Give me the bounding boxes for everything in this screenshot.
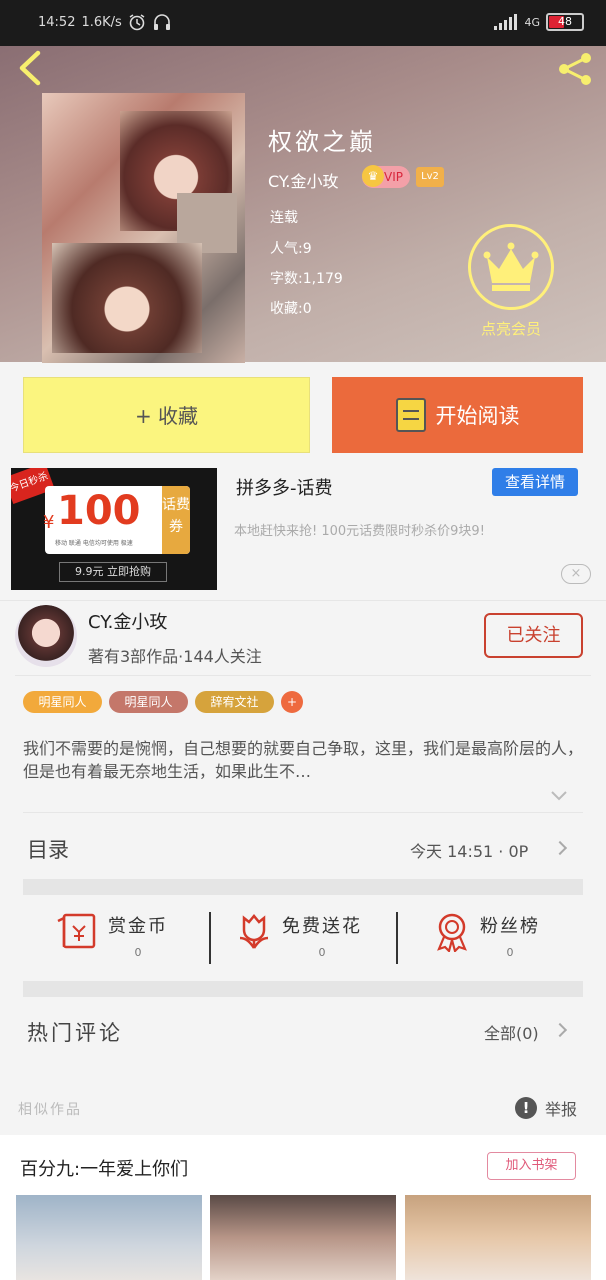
- chevron-down-icon[interactable]: [550, 790, 568, 802]
- flower-icon: [239, 914, 269, 949]
- start-reading-label: 开始阅读: [435, 404, 520, 428]
- book-cover[interactable]: [42, 93, 245, 363]
- vip-badge: ♛ VIP: [362, 165, 410, 188]
- catalog-label[interactable]: 目录: [27, 834, 69, 864]
- level-badge: Lv2: [416, 167, 444, 187]
- send-flower-button[interactable]: 免费送花 0: [236, 912, 362, 964]
- back-arrow-icon[interactable]: [14, 50, 44, 86]
- network-speed: 1.6K/s: [81, 14, 122, 30]
- recommendation-thumbnail[interactable]: [16, 1195, 202, 1280]
- more-tags-button[interactable]: +: [281, 691, 303, 713]
- book-word-count: 字数:1,179: [270, 271, 343, 287]
- share-icon[interactable]: [556, 52, 594, 86]
- avatar[interactable]: [15, 605, 77, 667]
- alert-icon: !: [515, 1097, 537, 1119]
- status-bar: 14:52 1.6K/s 4G 48: [0, 0, 606, 46]
- fan-ranking-button[interactable]: 粉丝榜 0: [434, 912, 540, 964]
- ad-image[interactable]: 今日秒杀 ¥ 100 移动 联通 电信均可使用 极速 话费券 9.9元 立即抢购: [11, 468, 217, 590]
- book-status: 连载: [270, 210, 298, 226]
- headphone-icon: [153, 14, 170, 30]
- clock: 14:52: [38, 14, 76, 30]
- recommendation-title[interactable]: 百分九:一年爱上你们: [20, 1155, 188, 1181]
- tag[interactable]: 辞宥文社: [195, 691, 274, 713]
- book-title: 权欲之巅: [268, 128, 376, 156]
- author-stats: 著有3部作品·144人关注: [88, 647, 262, 666]
- book-favorites: 收藏:0: [270, 301, 312, 317]
- close-icon[interactable]: ×: [561, 564, 591, 584]
- tag[interactable]: 明星同人: [23, 691, 102, 713]
- book-description[interactable]: 我们不需要的是惋惘，自己想要的就要自己争取，这里，我们是最高阶层的人，但是也有着…: [23, 737, 583, 783]
- alarm-icon: [129, 14, 145, 31]
- divider: [23, 981, 583, 997]
- coupon-graphic: ¥ 100 移动 联通 电信均可使用 极速 话费券: [43, 486, 190, 554]
- report-label: 举报: [545, 1100, 578, 1119]
- signal-icon: [494, 14, 518, 30]
- add-favorite-button[interactable]: + 收藏: [23, 377, 310, 453]
- medal-icon: [437, 913, 467, 952]
- all-comments-link[interactable]: 全部(0): [484, 1020, 539, 1044]
- author-name[interactable]: CY.金小玫: [88, 608, 167, 634]
- divider: [23, 879, 583, 895]
- hot-comments-label: 热门评论: [27, 1021, 123, 1045]
- book-popularity: 人气:9: [270, 241, 312, 257]
- report-button[interactable]: ! 举报: [515, 1096, 577, 1120]
- add-to-shelf-button[interactable]: 加入书架: [487, 1152, 576, 1180]
- follow-button[interactable]: 已关注: [484, 613, 583, 658]
- ad-buy-button[interactable]: 9.9元 立即抢购: [59, 562, 167, 582]
- chevron-right-icon[interactable]: [552, 840, 568, 856]
- divider: [209, 912, 211, 964]
- ad-description: 本地赶快来抢! 100元话费限时秒杀价9块9!: [234, 524, 485, 539]
- reward-coins-button[interactable]: 赏金币 0: [56, 912, 168, 964]
- crown-icon: [483, 242, 539, 291]
- divider: [396, 912, 398, 964]
- book-icon: [395, 398, 426, 432]
- red-envelope-icon: [57, 913, 96, 949]
- tag[interactable]: 明星同人: [109, 691, 188, 713]
- recommendation-thumbnail[interactable]: [405, 1195, 591, 1280]
- catalog-updated[interactable]: 今天 14:51 · 0P: [410, 838, 528, 862]
- member-button[interactable]: [468, 224, 554, 310]
- book-author[interactable]: CY.金小玫: [268, 168, 339, 192]
- ad-title[interactable]: 拼多多-话费: [236, 474, 333, 500]
- battery-icon: 48: [546, 13, 584, 31]
- view-details-button[interactable]: 查看详情: [492, 468, 578, 496]
- crown-icon: ♛: [362, 165, 384, 187]
- recommendation-thumbnail[interactable]: [210, 1195, 396, 1280]
- member-label[interactable]: 点亮会员: [468, 318, 554, 339]
- network-type: 4G: [524, 15, 540, 29]
- start-reading-button[interactable]: 开始阅读: [332, 377, 583, 453]
- chevron-right-icon[interactable]: [552, 1022, 568, 1038]
- similar-works-label: 相似作品: [18, 1102, 82, 1118]
